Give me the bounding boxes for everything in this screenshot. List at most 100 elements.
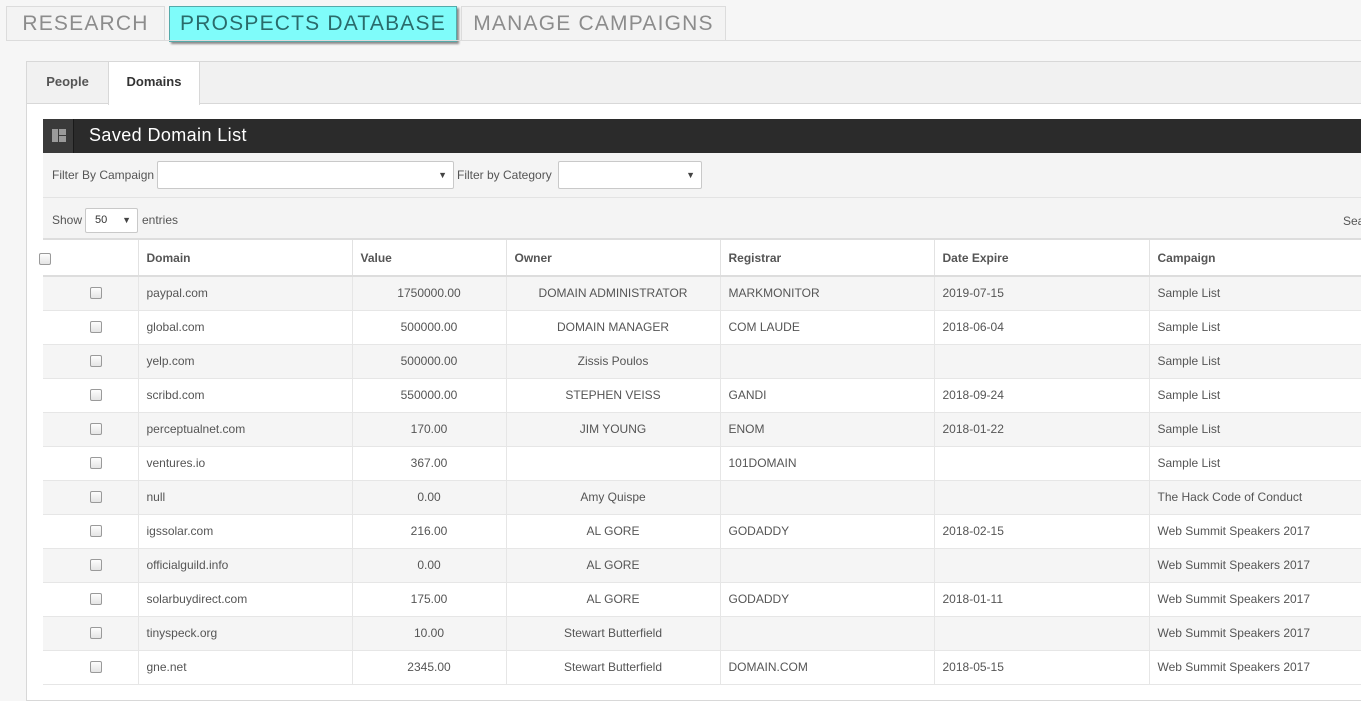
table-row[interactable]: solarbuydirect.com 175.00 AL GORE GODADDY 20… (43, 582, 1361, 617)
table-row[interactable]: paypal.com 1750000.00 DOMAIN ADMINISTRATOR… (43, 276, 1361, 311)
row-select-cell (43, 344, 139, 379)
row-checkbox[interactable] (90, 592, 103, 605)
table-row[interactable]: global.com 500000.00 DOMAIN MANAGER COM LAU… (43, 310, 1361, 345)
cell-owner (506, 446, 721, 481)
cell-owner: Amy Quispe (506, 480, 721, 515)
filter-bar: Filter By Campaign ▼ Filter by Category … (43, 153, 1361, 198)
cell-campaign: Sample List (1149, 446, 1361, 481)
row-checkbox[interactable] (90, 626, 103, 639)
select-all-checkbox[interactable] (39, 253, 51, 266)
column-header-date-expire[interactable]: Date Expire (934, 240, 1150, 277)
filter-category-select[interactable]: ▼ (558, 161, 702, 189)
entries-per-page-value: 50 (95, 214, 108, 226)
filter-campaign-select[interactable]: ▼ (157, 161, 454, 189)
row-checkbox[interactable] (90, 320, 103, 333)
row-checkbox[interactable] (90, 524, 103, 537)
row-select-cell (43, 378, 139, 413)
cell-date-expire: 2018-02-15 (934, 514, 1150, 549)
column-header-domain[interactable]: Domain (138, 240, 353, 277)
row-checkbox[interactable] (90, 287, 103, 300)
cell-value: 216.00 (352, 514, 507, 549)
tab-manage-campaigns[interactable]: MANAGE CAMPAIGNS (461, 6, 726, 41)
table-row[interactable]: igssolar.com 216.00 AL GORE GODADDY 2018-02-… (43, 514, 1361, 549)
layout-icon (43, 119, 74, 153)
row-select-cell (43, 480, 139, 515)
cell-owner: AL GORE (506, 514, 721, 549)
table-row[interactable]: null 0.00 Amy Quispe The Hack Code of Condu… (43, 480, 1361, 515)
cell-campaign: Sample List (1149, 310, 1361, 345)
cell-registrar: COM LAUDE (720, 310, 935, 345)
table-row[interactable]: perceptualnet.com 170.00 JIM YOUNG ENOM 2018… (43, 412, 1361, 447)
table-row[interactable]: ventures.io 367.00 101DOMAIN Sample List (43, 446, 1361, 481)
cell-date-expire (934, 548, 1150, 583)
cell-owner: AL GORE (506, 582, 721, 617)
cell-value: 500000.00 (352, 344, 507, 379)
cell-domain: null (138, 480, 353, 515)
cell-domain: yelp.com (138, 344, 353, 379)
table-row[interactable]: tinyspeck.org 10.00 Stewart Butterfield Web… (43, 616, 1361, 651)
select-all-cell (39, 240, 139, 277)
cell-campaign: Sample List (1149, 412, 1361, 447)
row-select-cell (43, 616, 139, 651)
table-header-row: Domain Value Owner Registrar Date Expire… (39, 240, 1361, 277)
row-select-cell (43, 582, 139, 617)
cell-owner: AL GORE (506, 548, 721, 583)
cell-registrar: MARKMONITOR (720, 276, 935, 311)
row-checkbox[interactable] (90, 388, 103, 401)
table-row[interactable]: officialguild.info 0.00 AL GORE Web Summit … (43, 548, 1361, 583)
column-header-registrar[interactable]: Registrar (720, 240, 935, 277)
cell-owner: DOMAIN MANAGER (506, 310, 721, 345)
column-header-value[interactable]: Value (352, 240, 507, 277)
row-checkbox[interactable] (90, 422, 103, 435)
tab-prospects-database[interactable]: PROSPECTS DATABASE (169, 6, 457, 42)
cell-value: 550000.00 (352, 378, 507, 413)
table-row[interactable]: yelp.com 500000.00 Zissis Poulos Sample Lis… (43, 344, 1361, 379)
cell-domain: tinyspeck.org (138, 616, 353, 651)
cell-date-expire (934, 480, 1150, 515)
tab-people[interactable]: People (27, 62, 108, 104)
cell-registrar: GANDI (720, 378, 935, 413)
cell-domain: ventures.io (138, 446, 353, 481)
row-checkbox[interactable] (90, 660, 103, 673)
cell-registrar: DOMAIN.COM (720, 650, 935, 685)
row-select-cell (43, 514, 139, 549)
tab-research[interactable]: RESEARCH (6, 6, 165, 41)
row-checkbox[interactable] (90, 354, 103, 367)
column-header-campaign[interactable]: Campaign (1149, 240, 1361, 277)
content-panel: People Domains Saved Domain List Filter … (26, 61, 1361, 701)
cell-campaign: Web Summit Speakers 2017 (1149, 582, 1361, 617)
cell-registrar: 101DOMAIN (720, 446, 935, 481)
cell-campaign: The Hack Code of Conduct (1149, 480, 1361, 515)
entries-per-page-select[interactable]: 50 ▼ (85, 208, 138, 233)
cell-campaign: Web Summit Speakers 2017 (1149, 514, 1361, 549)
row-select-cell (43, 548, 139, 583)
row-select-cell (43, 276, 139, 311)
cell-value: 2345.00 (352, 650, 507, 685)
show-label: Show (52, 213, 83, 227)
box-title: Saved Domain List (89, 125, 247, 145)
cell-campaign: Web Summit Speakers 2017 (1149, 616, 1361, 651)
table-row[interactable]: scribd.com 550000.00 STEPHEN VEISS GANDI 201… (43, 378, 1361, 413)
box-header: Saved Domain List (43, 119, 1361, 153)
table-row[interactable]: gne.net 2345.00 Stewart Butterfield DOMAIN.… (43, 650, 1361, 685)
row-select-cell (43, 650, 139, 685)
cell-registrar (720, 616, 935, 651)
row-checkbox[interactable] (90, 456, 103, 469)
cell-registrar: GODADDY (720, 582, 935, 617)
row-checkbox[interactable] (90, 490, 103, 503)
tab-domains[interactable]: Domains (108, 62, 200, 105)
row-checkbox[interactable] (90, 558, 103, 571)
cell-registrar (720, 480, 935, 515)
cell-campaign: Web Summit Speakers 2017 (1149, 650, 1361, 685)
cell-date-expire: 2018-06-04 (934, 310, 1150, 345)
cell-domain: gne.net (138, 650, 353, 685)
cell-domain: global.com (138, 310, 353, 345)
cell-domain: paypal.com (138, 276, 353, 311)
cell-value: 10.00 (352, 616, 507, 651)
row-select-cell (43, 412, 139, 447)
table-body: paypal.com 1750000.00 DOMAIN ADMINISTRATOR… (43, 276, 1361, 685)
column-header-owner[interactable]: Owner (506, 240, 721, 277)
cell-campaign: Sample List (1149, 344, 1361, 379)
cell-owner: Zissis Poulos (506, 344, 721, 379)
cell-registrar (720, 548, 935, 583)
